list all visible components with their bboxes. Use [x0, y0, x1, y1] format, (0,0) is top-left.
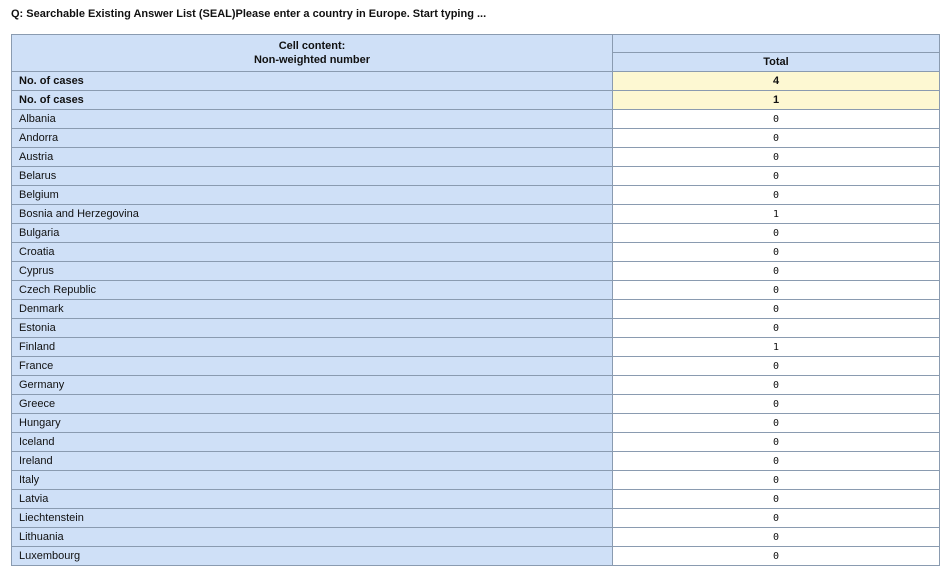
- count-value: 0: [612, 489, 940, 509]
- table-row: Germany 0: [11, 375, 940, 395]
- count-value: 0: [612, 470, 940, 490]
- table-row: Latvia 0: [11, 489, 940, 509]
- count-value: 0: [612, 546, 940, 566]
- country-label: Greece: [11, 394, 613, 414]
- country-label: Cyprus: [11, 261, 613, 281]
- total-column-header: Total: [612, 52, 940, 72]
- table-row: Finland 1: [11, 337, 940, 357]
- table-row: Luxembourg 0: [11, 546, 940, 566]
- count-value: 0: [612, 109, 940, 129]
- table-row: Croatia 0: [11, 242, 940, 262]
- summary-row: No. of cases 1: [11, 90, 940, 110]
- question-title: Q: Searchable Existing Answer List (SEAL…: [11, 8, 487, 20]
- country-label: Belgium: [11, 185, 613, 205]
- count-value: 0: [612, 356, 940, 376]
- count-value: 0: [612, 527, 940, 547]
- table-row: Estonia 0: [11, 318, 940, 338]
- table-row: Lithuania 0: [11, 527, 940, 547]
- table-row: Belarus 0: [11, 166, 940, 186]
- count-value: 0: [612, 223, 940, 243]
- cell-content-value: Non-weighted number: [253, 54, 371, 66]
- count-value: 1: [612, 204, 940, 224]
- count-value: 1: [612, 337, 940, 357]
- country-label: Hungary: [11, 413, 613, 433]
- country-label: Latvia: [11, 489, 613, 509]
- count-value: 0: [612, 299, 940, 319]
- country-label: Belarus: [11, 166, 613, 186]
- table-row: France 0: [11, 356, 940, 376]
- summary-row-label: No. of cases: [11, 71, 613, 91]
- table-row: Bulgaria 0: [11, 223, 940, 243]
- country-label: Italy: [11, 470, 613, 490]
- count-value: 0: [612, 166, 940, 186]
- country-label: Bulgaria: [11, 223, 613, 243]
- count-value: 0: [612, 280, 940, 300]
- header-blank-cell: [612, 34, 940, 53]
- table-row: Hungary 0: [11, 413, 940, 433]
- country-label: Bosnia and Herzegovina: [11, 204, 613, 224]
- country-label: Albania: [11, 109, 613, 129]
- count-value: 0: [612, 261, 940, 281]
- country-label: Germany: [11, 375, 613, 395]
- table-row: Italy 0: [11, 470, 940, 490]
- count-value: 0: [612, 185, 940, 205]
- table-row: Greece 0: [11, 394, 940, 414]
- table-row: Czech Republic 0: [11, 280, 940, 300]
- summary-row-value: 4: [612, 71, 940, 91]
- country-label: Ireland: [11, 451, 613, 471]
- table-row: Denmark 0: [11, 299, 940, 319]
- count-value: 0: [612, 242, 940, 262]
- count-value: 0: [612, 508, 940, 528]
- table-row: Liechtenstein 0: [11, 508, 940, 528]
- crosstab-table: Cell content: Non-weighted number Total …: [11, 34, 940, 566]
- table-row: Albania 0: [11, 109, 940, 129]
- table-row: Iceland 0: [11, 432, 940, 452]
- count-value: 0: [612, 375, 940, 395]
- country-label: Czech Republic: [11, 280, 613, 300]
- summary-row: No. of cases 4: [11, 71, 940, 91]
- summary-row-label: No. of cases: [11, 90, 613, 110]
- count-value: 0: [612, 432, 940, 452]
- country-label: Andorra: [11, 128, 613, 148]
- country-label: Iceland: [11, 432, 613, 452]
- count-value: 0: [612, 147, 940, 167]
- table-row: Ireland 0: [11, 451, 940, 471]
- count-value: 0: [612, 394, 940, 414]
- table-row: Austria 0: [11, 147, 940, 167]
- header-row: Cell content: Non-weighted number: [11, 34, 940, 72]
- table-row: Andorra 0: [11, 128, 940, 148]
- cell-content-title: Cell content:: [278, 40, 346, 52]
- table-row: Bosnia and Herzegovina 1: [11, 204, 940, 224]
- count-value: 0: [612, 413, 940, 433]
- country-label: Luxembourg: [11, 546, 613, 566]
- table-row: Cyprus 0: [11, 261, 940, 281]
- country-label: Finland: [11, 337, 613, 357]
- count-value: 0: [612, 128, 940, 148]
- country-label: Croatia: [11, 242, 613, 262]
- country-label: Lithuania: [11, 527, 613, 547]
- count-value: 0: [612, 318, 940, 338]
- country-label: Liechtenstein: [11, 508, 613, 528]
- country-label: Denmark: [11, 299, 613, 319]
- country-label: Estonia: [11, 318, 613, 338]
- country-label: France: [11, 356, 613, 376]
- table-row: Belgium 0: [11, 185, 940, 205]
- cell-content-header: Cell content: Non-weighted number: [11, 34, 613, 72]
- count-value: 0: [612, 451, 940, 471]
- country-label: Austria: [11, 147, 613, 167]
- summary-row-value: 1: [612, 90, 940, 110]
